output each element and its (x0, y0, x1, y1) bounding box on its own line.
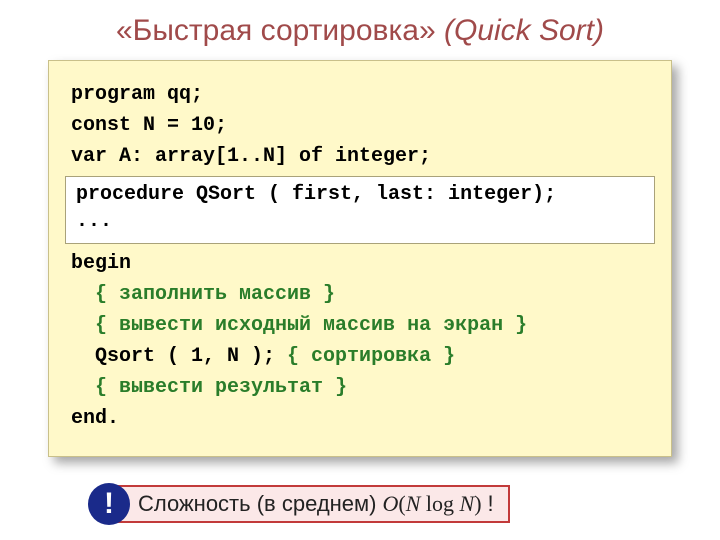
code-line: program qq; (71, 79, 649, 110)
exclamation-badge: ! (88, 483, 130, 525)
code-line: { вывести результат } (71, 372, 649, 403)
complexity-formula: O(N log N) (383, 491, 482, 517)
code-line: Qsort ( 1, N ); { сортировка } (71, 341, 649, 372)
title-main: «Быстрая сортировка» (116, 14, 436, 47)
complexity-prefix: Сложность (в среднем) (138, 491, 377, 517)
code-line: end. (71, 403, 649, 434)
complexity-suffix: ! (488, 491, 494, 517)
code-line: procedure QSort ( first, last: integer); (76, 181, 644, 208)
code-line: begin (71, 248, 649, 279)
code-line: var A: array[1..N] of integer; (71, 141, 649, 172)
slide-title: «Быстрая сортировка» (Quick Sort) (48, 14, 672, 48)
code-line: const N = 10; (71, 110, 649, 141)
code-box: program qq; const N = 10; var A: array[1… (48, 60, 672, 457)
code-line: ... (76, 208, 644, 235)
slide: «Быстрая сортировка» (Quick Sort) progra… (0, 0, 720, 540)
code-line: { заполнить массив } (71, 279, 649, 310)
title-alt: (Quick Sort) (436, 14, 604, 47)
complexity-callout: ! Сложность (в среднем) O(N log N) ! (88, 483, 672, 525)
complexity-text: Сложность (в среднем) O(N log N) ! (112, 485, 510, 523)
procedure-inset: procedure QSort ( first, last: integer);… (65, 176, 655, 244)
code-line: { вывести исходный массив на экран } (71, 310, 649, 341)
